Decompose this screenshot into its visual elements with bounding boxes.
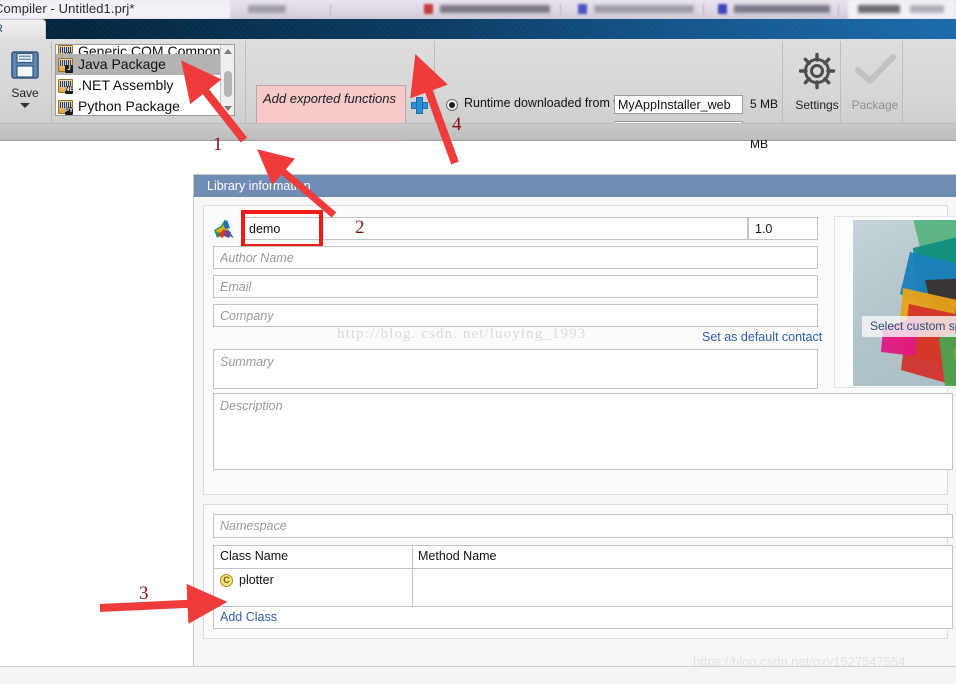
add-function-button[interactable]: [411, 97, 428, 114]
tab-divider: [703, 4, 704, 15]
floppy-disk-icon: [2, 49, 48, 84]
matlab-icon: [213, 217, 235, 240]
scroll-up-icon[interactable]: [224, 49, 232, 54]
radio-runtime-web[interactable]: [446, 99, 458, 111]
splash-screen-preview[interactable]: Select custom splash screen: [834, 216, 956, 388]
window-title: Compiler - Untitled1.prj*: [0, 1, 135, 16]
gear-icon: [796, 52, 838, 95]
type-list-item-com[interactable]: COMGeneric COM Component: [56, 45, 234, 54]
library-fields-group: http://blog. csdn. net/luoying_1993 Set …: [203, 205, 956, 495]
packaging-option-web[interactable]: Runtime downloaded from web 5 MB: [440, 93, 780, 119]
library-name-field[interactable]: [242, 217, 748, 240]
ribbon-body: Save COMGeneric COM Component J Java Pack…: [0, 39, 956, 151]
class-table-header: Class Name Method Name: [214, 546, 952, 569]
add-class-row[interactable]: Add Class: [214, 606, 952, 628]
select-splash-button[interactable]: Select custom splash screen: [862, 316, 956, 337]
tab-divider: [838, 4, 839, 15]
add-class-link[interactable]: Add Class: [220, 610, 277, 624]
ribbon: R Save COMGeneric COM Component: [0, 19, 956, 151]
type-list-item-label: Generic COM Component: [78, 45, 234, 54]
column-header-class-name: Class Name: [220, 549, 289, 563]
company-field[interactable]: [213, 304, 818, 327]
group-divider: [840, 41, 841, 125]
splash-image: [853, 220, 956, 386]
type-list-item-label: .NET Assembly: [78, 77, 174, 93]
ribbon-tab-row: R: [0, 19, 956, 39]
group-divider: [245, 41, 246, 125]
annotation-arrow-3: [99, 583, 228, 624]
library-information-header: Library information: [194, 175, 956, 197]
class-name-value[interactable]: plotter: [239, 573, 274, 587]
browser-tab-title-blurred: [910, 5, 944, 13]
group-divider: [51, 41, 52, 125]
tab-divider: [560, 4, 561, 15]
browser-tab-title-blurred: [734, 5, 830, 13]
set-default-contact-link[interactable]: Set as default contact: [702, 330, 822, 344]
column-header-method-name: Method Name: [418, 549, 497, 563]
group-divider: [902, 41, 903, 125]
summary-field[interactable]: [213, 349, 818, 389]
scrollbar-thumb[interactable]: [224, 71, 232, 97]
tab-favicon: [718, 4, 727, 14]
com-package-icon: COM: [58, 45, 79, 54]
library-information-panel: Library information http://blog. csdn. n…: [193, 174, 956, 674]
annotation-label-4: 4: [452, 114, 462, 135]
browser-tab-strip: Compiler - Untitled1.prj*: [0, 0, 956, 19]
exported-functions-placeholder: Add exported functions: [263, 91, 396, 106]
browser-tab-title-blurred: [248, 5, 286, 13]
bottom-strip: [0, 667, 956, 684]
python-package-icon: PY: [58, 100, 73, 115]
annotation-label-3: 3: [139, 583, 149, 604]
library-version-field[interactable]: [748, 217, 818, 240]
author-name-field[interactable]: [213, 246, 818, 269]
table-row[interactable]: C plotter: [214, 569, 952, 596]
annotation-label-2: 2: [355, 217, 365, 238]
type-list-item-label: Java Package: [78, 56, 166, 72]
tab-compiler[interactable]: R: [0, 19, 46, 39]
group-divider: [782, 41, 783, 125]
tab-favicon: [424, 4, 433, 14]
type-list-item-java[interactable]: J Java Package: [56, 54, 234, 75]
save-button-label: Save: [11, 86, 39, 100]
settings-button-label: Settings: [795, 98, 839, 112]
description-field[interactable]: [213, 393, 953, 470]
tab-compiler-label: R: [0, 23, 3, 35]
class-table[interactable]: Class Name Method Name C plotter Add Cla…: [213, 545, 953, 629]
browser-tab-title-blurred: [594, 5, 694, 13]
annotation-label-1: 1: [213, 134, 223, 155]
installer-name-web-input[interactable]: [614, 95, 743, 114]
namespace-field[interactable]: [213, 514, 953, 538]
tab-favicon: [578, 4, 587, 14]
java-package-icon: J: [58, 58, 73, 73]
group-divider: [434, 41, 435, 125]
type-list-item-python[interactable]: PY Python Package: [56, 96, 234, 115]
type-list-scrollbar[interactable]: [220, 45, 234, 115]
type-list-item-net[interactable]: NET .NET Assembly: [56, 75, 234, 96]
chevron-down-icon[interactable]: [20, 103, 30, 108]
installer-size-web: 5 MB: [750, 97, 779, 111]
package-button[interactable]: Package: [844, 44, 906, 124]
class-icon: C: [220, 574, 233, 587]
net-assembly-icon: NET: [58, 79, 77, 94]
radio-runtime-web-label: Runtime downloaded from web: [464, 96, 637, 110]
package-button-label: Package: [851, 98, 899, 112]
type-list[interactable]: COMGeneric COM Component J Java Package N…: [55, 44, 235, 116]
ribbon-group-label-row: [0, 123, 956, 140]
classes-group: Class Name Method Name C plotter Add Cla…: [203, 504, 953, 639]
save-button[interactable]: Save: [2, 41, 48, 123]
watermark-top: http://blog. csdn. net/luoying_1993: [337, 326, 587, 342]
scroll-down-icon[interactable]: [224, 106, 232, 111]
settings-button[interactable]: Settings: [786, 44, 848, 124]
browser-tab-title-blurred: [858, 5, 900, 13]
email-field[interactable]: [213, 275, 818, 298]
browser-tab-title-blurred: [440, 5, 550, 13]
tab-divider: [330, 4, 331, 15]
checkmark-icon: [853, 54, 897, 95]
type-list-item-label: Python Package: [78, 98, 180, 114]
